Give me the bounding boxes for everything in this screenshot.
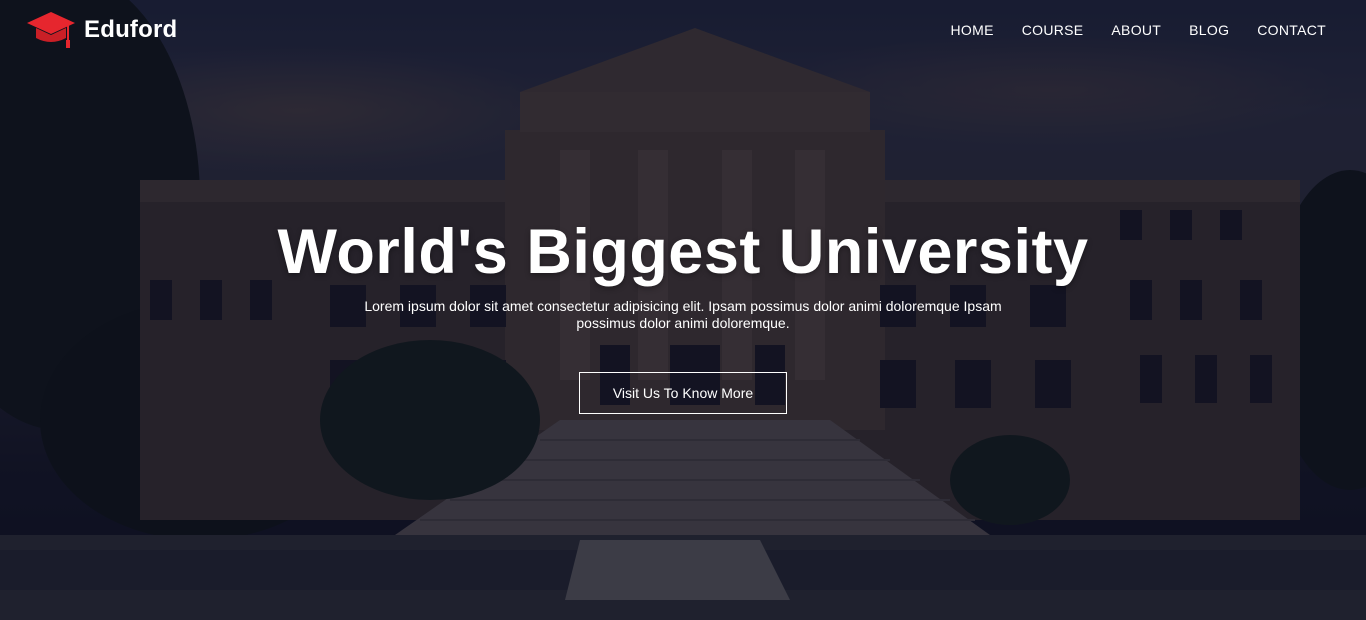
hero-section: Eduford HOME COURSE ABOUT BLOG CONTACT W…	[0, 0, 1366, 620]
nav-home[interactable]: HOME	[951, 22, 994, 38]
hero-title: World's Biggest University	[277, 217, 1089, 287]
main-menu: HOME COURSE ABOUT BLOG CONTACT	[951, 22, 1326, 38]
graduation-cap-icon	[27, 12, 75, 48]
nav-course[interactable]: COURSE	[1022, 22, 1084, 38]
hero-subtitle: Lorem ipsum dolor sit amet consectetur a…	[364, 298, 1002, 331]
hero-content: World's Biggest University Lorem ipsum d…	[0, 212, 1366, 414]
top-navbar: Eduford HOME COURSE ABOUT BLOG CONTACT	[0, 0, 1366, 60]
nav-contact[interactable]: CONTACT	[1257, 22, 1326, 38]
nav-about[interactable]: ABOUT	[1111, 22, 1161, 38]
visit-us-button[interactable]: Visit Us To Know More	[579, 372, 787, 414]
brand-logo[interactable]: Eduford	[26, 10, 177, 50]
nav-blog[interactable]: BLOG	[1189, 22, 1229, 38]
brand-name: Eduford	[84, 16, 178, 43]
